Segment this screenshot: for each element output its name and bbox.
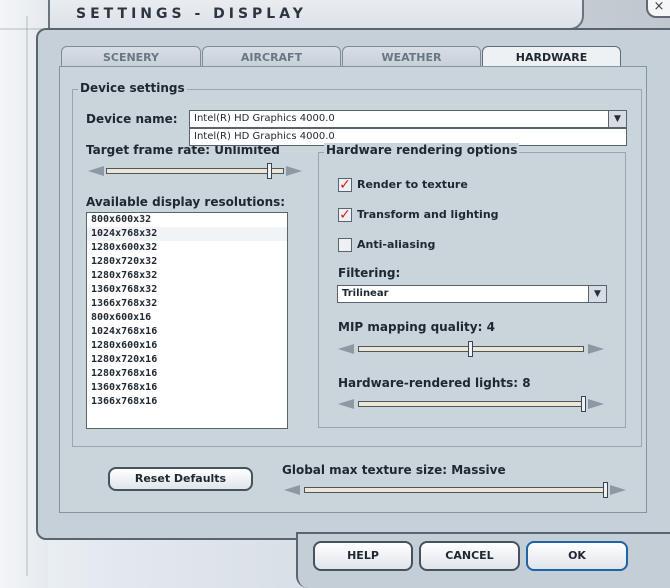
resolution-item[interactable]: 1366x768x16 (87, 395, 287, 409)
render-to-texture-label: Render to texture (357, 178, 468, 191)
hardware-options-label: Hardware rendering options (324, 143, 520, 157)
resolution-item[interactable]: 800x600x32 (87, 213, 287, 227)
tab-scenery[interactable]: SCENERY (61, 46, 201, 68)
resolution-item[interactable]: 1280x720x32 (87, 255, 287, 269)
chevron-down-icon[interactable]: ▼ (608, 111, 626, 127)
texture-size-label: Global max texture size: Massive (282, 463, 506, 477)
filtering-value: Trilinear (342, 288, 389, 299)
mip-quality-slider[interactable] (338, 341, 604, 357)
resolution-item[interactable]: 1280x720x16 (87, 353, 287, 367)
transform-lighting-checkbox[interactable]: ✓ (338, 208, 352, 222)
hardware-lights-slider[interactable] (338, 396, 604, 412)
reset-defaults-button[interactable]: Reset Defaults (108, 467, 253, 491)
resolution-item[interactable]: 1024x768x16 (87, 325, 287, 339)
device-option[interactable]: Intel(R) HD Graphics 4000.0 (194, 131, 335, 142)
cancel-button[interactable]: CANCEL (419, 541, 520, 571)
resolution-item[interactable]: 1366x768x32 (87, 297, 287, 311)
chevron-down-icon[interactable]: ▼ (588, 286, 606, 302)
resolution-item[interactable]: 800x600x16 (87, 311, 287, 325)
resolution-item[interactable]: 1280x768x16 (87, 367, 287, 381)
device-name-label: Device name: (86, 112, 178, 126)
background-line (26, 16, 28, 576)
hardware-lights-label: Hardware-rendered lights: 8 (338, 376, 531, 390)
slider-track (358, 401, 584, 407)
transform-lighting-label: Transform and lighting (357, 208, 499, 221)
tab-weather[interactable]: WEATHER (342, 46, 481, 68)
texture-size-slider[interactable] (284, 482, 626, 498)
resolutions-label: Available display resolutions: (86, 195, 286, 209)
tab-aircraft[interactable]: AIRCRAFT (202, 46, 341, 68)
device-settings-label: Device settings (78, 81, 187, 95)
slider-thumb[interactable] (603, 482, 608, 498)
device-name-value: Intel(R) HD Graphics 4000.0 (194, 113, 335, 124)
resolution-item[interactable]: 1280x600x16 (87, 339, 287, 353)
slider-left-arrow-icon[interactable] (88, 166, 104, 176)
filtering-label: Filtering: (338, 266, 401, 280)
slider-thumb[interactable] (266, 163, 272, 179)
tab-hardware[interactable]: HARDWARE (482, 46, 621, 68)
slider-left-arrow-icon[interactable] (284, 485, 300, 495)
resolution-item[interactable]: 1280x600x32 (87, 241, 287, 255)
slider-left-arrow-icon[interactable] (338, 344, 354, 354)
device-name-select[interactable]: Intel(R) HD Graphics 4000.0 ▼ (189, 110, 627, 128)
slider-right-arrow-icon[interactable] (610, 485, 626, 495)
filtering-select[interactable]: Trilinear ▼ (337, 285, 607, 303)
slider-thumb[interactable] (581, 396, 586, 412)
render-to-texture-checkbox[interactable]: ✓ (338, 178, 352, 192)
slider-track (304, 487, 606, 493)
resolution-item[interactable]: 1360x768x32 (87, 283, 287, 297)
window-title: SETTINGS - DISPLAY (76, 6, 307, 22)
anti-aliasing-checkbox[interactable] (338, 238, 352, 252)
help-button[interactable]: HELP (313, 541, 413, 571)
resolution-item[interactable]: 1360x768x16 (87, 381, 287, 395)
close-icon[interactable]: × (646, 0, 670, 18)
target-frame-rate-slider[interactable] (88, 163, 302, 179)
slider-right-arrow-icon[interactable] (588, 344, 604, 354)
ok-button[interactable]: OK (526, 541, 628, 571)
resolutions-list[interactable]: 800x600x32 1024x768x32 1280x600x32 1280x720… (86, 212, 288, 429)
resolution-item[interactable]: 1024x768x32 (87, 227, 287, 241)
slider-thumb[interactable] (468, 341, 473, 357)
slider-left-arrow-icon[interactable] (338, 399, 354, 409)
resolution-item[interactable]: 1280x768x32 (87, 269, 287, 283)
slider-right-arrow-icon[interactable] (286, 166, 302, 176)
mip-quality-label: MIP mapping quality: 4 (338, 320, 495, 334)
slider-track (106, 168, 284, 174)
anti-aliasing-label: Anti-aliasing (357, 238, 436, 251)
slider-right-arrow-icon[interactable] (588, 399, 604, 409)
